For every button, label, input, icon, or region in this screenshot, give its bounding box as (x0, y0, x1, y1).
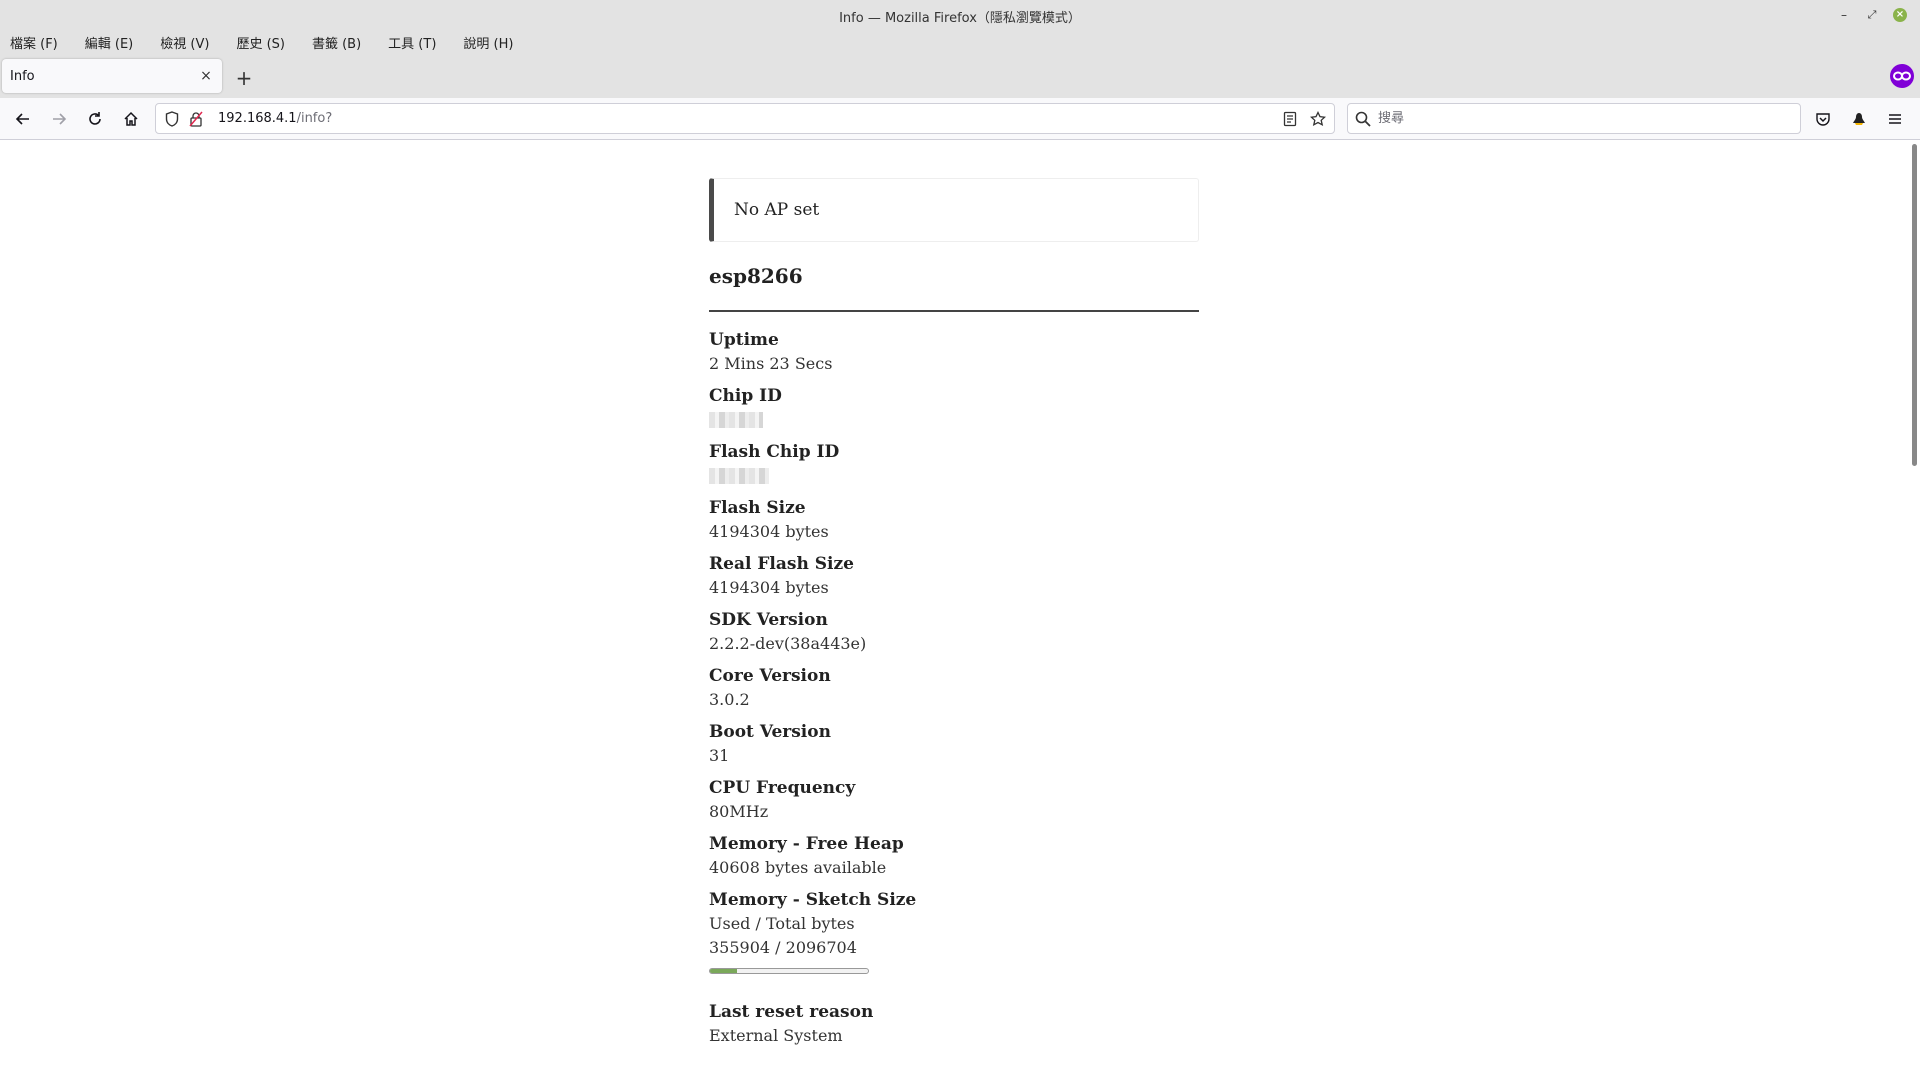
info-label: Core Version (709, 666, 831, 686)
info-label: Memory - Free Heap (709, 834, 904, 854)
search-bar[interactable] (1347, 103, 1801, 134)
redacted-value (709, 468, 769, 484)
info-label: Flash Size (709, 498, 806, 518)
info-label: Last reset reason (709, 1002, 874, 1022)
vertical-scrollbar[interactable] (1908, 140, 1920, 1080)
info-label: CPU Frequency (709, 778, 856, 798)
back-button[interactable] (9, 105, 37, 133)
menu-file[interactable]: 檔案 (F) (6, 31, 62, 54)
info-flash-chip-id: Flash Chip ID (709, 440, 1199, 496)
navigation-toolbar: 192.168.4.1/info? (0, 98, 1920, 140)
menu-help[interactable]: 說明 (H) (459, 31, 517, 54)
menu-view[interactable]: 檢視 (V) (156, 31, 213, 54)
reload-button[interactable] (81, 105, 109, 133)
info-sdk-version: SDK Version 2.2.2-dev(38a443e) (709, 608, 1199, 664)
info-label: Boot Version (709, 722, 831, 742)
scrollbar-thumb[interactable] (1912, 144, 1917, 466)
info-cpu-frequency: CPU Frequency 80MHz (709, 776, 1199, 832)
info-value: 40608 bytes available (709, 858, 887, 877)
sketch-usage-progress-bar (709, 968, 869, 974)
info-label: Real Flash Size (709, 554, 854, 574)
home-button[interactable] (117, 105, 145, 133)
reader-view-icon[interactable] (1280, 109, 1300, 129)
url-text: 192.168.4.1/info? (218, 111, 332, 126)
extension-button[interactable] (1845, 105, 1873, 133)
url-bar[interactable]: 192.168.4.1/info? (155, 103, 1335, 134)
window-title: Info — Mozilla Firefox（隱私瀏覽模式） (839, 11, 1081, 26)
info-free-heap: Memory - Free Heap 40608 bytes available (709, 832, 1199, 888)
forward-button[interactable] (45, 105, 73, 133)
info-value: 355904 / 2096704 (709, 938, 857, 957)
new-tab-button[interactable]: + (232, 66, 256, 90)
minimize-button[interactable]: – (1834, 5, 1854, 25)
info-uptime: Uptime 2 Mins 23 Secs (709, 328, 1199, 384)
info-real-flash-size: Real Flash Size 4194304 bytes (709, 552, 1199, 608)
menu-bookmarks[interactable]: 書籤 (B) (308, 31, 365, 54)
info-boot-version: Boot Version 31 (709, 720, 1199, 776)
close-window-button[interactable]: × (1890, 5, 1910, 25)
info-value-redacted (709, 408, 1199, 435)
url-host: 192.168.4.1 (218, 111, 297, 126)
tab-close-button[interactable]: × (194, 64, 218, 88)
info-value: 4194304 bytes (709, 522, 829, 541)
info-value: 2.2.2-dev(38a443e) (709, 634, 867, 653)
info-value: 80MHz (709, 802, 769, 821)
app-menu-button[interactable] (1881, 105, 1909, 133)
redacted-value (709, 412, 763, 428)
menu-tools[interactable]: 工具 (T) (384, 31, 440, 54)
search-input[interactable] (1378, 105, 1788, 132)
info-sketch-size: Memory - Sketch Size Used / Total bytes … (709, 888, 1199, 1000)
back-arrow-icon (15, 113, 29, 125)
info-value: External System (709, 1026, 843, 1045)
info-label: Flash Chip ID (709, 442, 840, 462)
info-list: Uptime 2 Mins 23 Secs Chip ID Flash Chip… (709, 328, 1199, 1056)
page-content: No AP set esp8266 Uptime 2 Mins 23 Secs … (0, 140, 1908, 1080)
insecure-lock-icon[interactable] (186, 109, 206, 129)
menu-bar: 檔案 (F) 編輯 (E) 檢視 (V) 歷史 (S) 書籤 (B) 工具 (T… (0, 30, 1920, 54)
info-label: Chip ID (709, 386, 782, 406)
info-value: 2 Mins 23 Secs (709, 354, 833, 373)
title-divider (709, 310, 1199, 312)
tab-strip: Info × + (0, 54, 1920, 98)
menu-history[interactable]: 歷史 (S) (232, 31, 289, 54)
url-path: /info? (296, 111, 333, 126)
info-value: 31 (709, 746, 730, 765)
pocket-icon (1816, 113, 1830, 126)
info-value: 3.0.2 (709, 690, 750, 709)
notice-box: No AP set (709, 178, 1199, 242)
forward-arrow-icon (53, 113, 67, 125)
info-label: Memory - Sketch Size (709, 890, 917, 910)
info-last-reset: Last reset reason External System (709, 1000, 1199, 1056)
hamburger-menu-icon (1889, 114, 1901, 124)
private-browsing-icon (1890, 64, 1914, 88)
title-bar: Info — Mozilla Firefox（隱私瀏覽模式） – ⤢ × (0, 0, 1920, 30)
reload-icon (89, 112, 101, 125)
tab-info[interactable]: Info × (2, 59, 222, 93)
maximize-icon: ⤢ (1867, 8, 1877, 21)
info-subtitle: Used / Total bytes (709, 914, 855, 933)
sketch-usage-progress-fill (710, 969, 737, 973)
info-chip-id: Chip ID (709, 384, 1199, 440)
info-value-redacted (709, 464, 1199, 491)
extension-icon (1853, 113, 1865, 125)
home-icon (124, 111, 138, 126)
info-value: 4194304 bytes (709, 578, 829, 597)
info-core-version: Core Version 3.0.2 (709, 664, 1199, 720)
close-icon: × (1893, 8, 1907, 22)
maximize-button[interactable]: ⤢ (1862, 5, 1882, 25)
info-label: Uptime (709, 330, 779, 350)
shield-icon[interactable] (162, 109, 182, 129)
menu-edit[interactable]: 編輯 (E) (81, 31, 138, 54)
info-label: SDK Version (709, 610, 828, 630)
page-title: esp8266 (709, 264, 803, 288)
notice-text: No AP set (734, 200, 820, 220)
pocket-button[interactable] (1809, 105, 1837, 133)
info-flash-size: Flash Size 4194304 bytes (709, 496, 1199, 552)
search-icon (1355, 111, 1371, 127)
tab-title: Info (10, 68, 35, 84)
bookmark-star-icon[interactable] (1308, 109, 1328, 129)
